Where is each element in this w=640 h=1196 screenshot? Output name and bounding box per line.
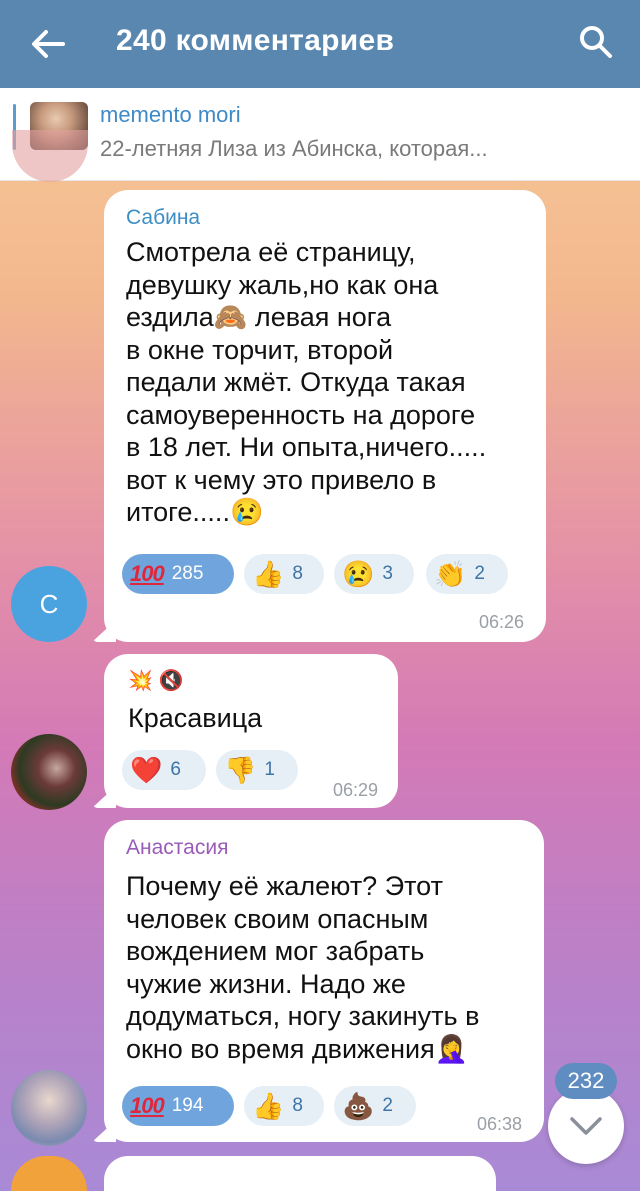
- unread-count-badge: 232: [555, 1063, 617, 1099]
- reaction-thumbs-down[interactable]: 👎 1: [216, 750, 298, 790]
- text-line: в окне торчит, второй: [126, 334, 394, 365]
- text-line: чужие жизни. Надо же: [126, 968, 406, 999]
- heart-icon: ❤️: [130, 755, 163, 785]
- message-author[interactable]: Сабина: [126, 206, 200, 230]
- reaction-heart[interactable]: ❤️ 6: [122, 750, 206, 790]
- reaction-count: 2: [382, 1095, 393, 1116]
- avatar[interactable]: [11, 1070, 87, 1146]
- thumbs-up-icon: 👍: [252, 1091, 285, 1121]
- author-badges: 💥 🔇: [128, 670, 184, 692]
- text-line: Смотрела её страницу,: [126, 237, 416, 267]
- pinned-preview: 22-летняя Лиза из Абинска, которая...: [100, 136, 488, 161]
- avatar[interactable]: [11, 734, 87, 810]
- text-line: человек своим опасным: [126, 903, 429, 934]
- clapping-hands-icon: 👏: [434, 559, 467, 589]
- reaction-clap[interactable]: 👏 2: [426, 554, 508, 594]
- message-text: Красавица: [128, 703, 263, 733]
- reaction-count: 1: [264, 759, 275, 780]
- text-line: итоге.....😢: [126, 497, 264, 527]
- reaction-count: 3: [382, 563, 393, 584]
- message-text: Смотрела её страницу, девушку жаль,но ка…: [126, 236, 486, 529]
- message-bubble[interactable]: 💥 🔇 Красавица ❤️ 6 👎 1 06:29: [104, 654, 398, 808]
- top-bar: 240 комментариев: [0, 0, 640, 88]
- message-bubble[interactable]: [104, 1156, 496, 1196]
- message-text: Почему её жалеют? Этот человек своим опа…: [126, 870, 479, 1065]
- text-line: в 18 лет. Ни опыта,ничего.....: [126, 432, 487, 462]
- text-line: Почему её жалеют? Этот: [126, 871, 443, 901]
- reaction-poop[interactable]: 💩 2: [334, 1086, 416, 1126]
- reaction-100[interactable]: 100 194: [122, 1086, 234, 1126]
- hundred-icon: 100: [130, 1093, 165, 1118]
- avatar-letter: С: [39, 588, 59, 619]
- reaction-count: 8: [292, 563, 303, 584]
- pinned-post[interactable]: memento mori 22-летняя Лиза из Абинска, …: [0, 88, 640, 181]
- text-line: ездила🙈 левая нога: [126, 302, 392, 332]
- reaction-count: 6: [170, 759, 181, 780]
- crying-face-icon: 😢: [342, 559, 375, 589]
- reaction-count: 8: [292, 1095, 303, 1116]
- text-line: вождением мог забрать: [126, 936, 425, 966]
- pinned-title: memento mori: [100, 102, 241, 127]
- reaction-count: 2: [474, 563, 485, 584]
- text-line: вот к чему это привело в: [126, 464, 437, 495]
- thumbs-down-icon: 👎: [224, 755, 257, 785]
- text-line: самоуверенность на дороге: [126, 399, 476, 430]
- message-bubble[interactable]: Анастасия Почему её жалеют? Этот человек…: [104, 820, 544, 1142]
- reaction-100[interactable]: 100 285: [122, 554, 234, 594]
- search-icon: [580, 26, 612, 58]
- scroll-down-button[interactable]: [548, 1088, 624, 1164]
- chevron-down-icon: [570, 1117, 602, 1135]
- message-time: 06:29: [332, 780, 378, 800]
- text-line: додуматься, ногу закинуть в: [126, 1001, 480, 1031]
- message-author[interactable]: Анастасия: [126, 836, 228, 860]
- avatar[interactable]: С: [11, 566, 87, 642]
- reaction-thumbs-up[interactable]: 👍 8: [244, 554, 324, 594]
- text-line: окно во время движения🤦‍♀️: [126, 1033, 469, 1064]
- hundred-icon: 100: [130, 561, 165, 586]
- arrow-left-icon: [32, 30, 65, 58]
- message-time: 06:26: [478, 612, 524, 632]
- back-button[interactable]: [26, 22, 70, 66]
- poop-icon: 💩: [342, 1091, 375, 1121]
- message-bubble[interactable]: Сабина Смотрела её страницу, девушку жал…: [104, 190, 546, 642]
- reaction-count: 194: [171, 1095, 204, 1116]
- thumbs-up-icon: 👍: [252, 559, 285, 589]
- text-line: девушку жаль,но как она: [126, 269, 439, 300]
- reaction-count: 285: [171, 563, 204, 584]
- reaction-thumbs-up[interactable]: 👍 8: [244, 1086, 324, 1126]
- reaction-crying[interactable]: 😢 3: [334, 554, 414, 594]
- text-line: педали жмёт. Откуда такая: [126, 367, 466, 397]
- page-title: 240 комментариев: [116, 24, 395, 57]
- search-button[interactable]: [576, 22, 616, 62]
- message-time: 06:38: [476, 1114, 522, 1134]
